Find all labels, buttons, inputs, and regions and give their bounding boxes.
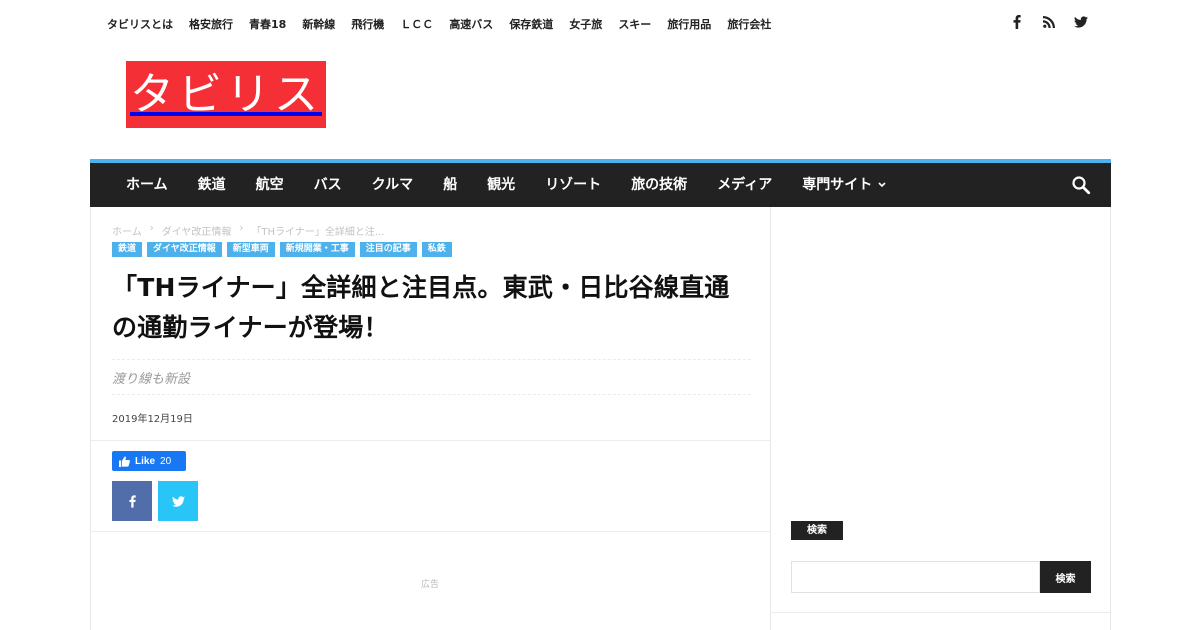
main-nav-items: ホーム 鉄道 航空 バス クルマ 船 観光 リゾート 旅の技術 メディア 専門サ… bbox=[111, 163, 901, 207]
category-tag-railway[interactable]: 鉄道 bbox=[112, 242, 143, 257]
top-menu-item-budget-travel[interactable]: 格安旅行 bbox=[189, 17, 233, 33]
top-menu-item-heritage-railway[interactable]: 保存鉄道 bbox=[509, 17, 553, 33]
nav-item-specialty-sites[interactable]: 専門サイト bbox=[787, 163, 901, 207]
search-icon[interactable] bbox=[1071, 175, 1091, 195]
top-menu-item-shinkansen[interactable]: 新幹線 bbox=[302, 17, 335, 33]
divider bbox=[771, 612, 1110, 613]
post-subtitle: 渡り線も新設 bbox=[112, 372, 191, 387]
category-tag-timetable-revision[interactable]: ダイヤ改正情報 bbox=[147, 242, 222, 257]
like-count: 20 bbox=[160, 455, 172, 467]
facebook-icon bbox=[128, 494, 136, 508]
article-content: ホーム › ダイヤ改正情報 › 「THライナー」全詳細と注... 鉄道 ダイヤ改… bbox=[90, 207, 771, 630]
post-date: 2019年12月19日 bbox=[112, 414, 193, 425]
top-menu-item-seishun18[interactable]: 青春18 bbox=[249, 17, 286, 33]
nav-item-resort[interactable]: リゾート bbox=[530, 163, 616, 207]
twitter-icon bbox=[171, 495, 185, 507]
category-tag-new-construction[interactable]: 新規開業・工事 bbox=[279, 242, 355, 257]
nav-item-railway[interactable]: 鉄道 bbox=[183, 163, 241, 207]
site-logo-text: タビリス bbox=[130, 68, 322, 120]
top-menu-item-highway-bus[interactable]: 高速バス bbox=[449, 17, 493, 33]
category-tag-featured[interactable]: 注目の記事 bbox=[359, 242, 417, 257]
sidebar-search-button[interactable]: 検索 bbox=[1040, 561, 1091, 593]
top-menu-item-lcc[interactable]: ＬＣＣ bbox=[400, 17, 433, 33]
chevron-right-icon: › bbox=[239, 223, 244, 234]
facebook-like-button[interactable]: Like 20 bbox=[112, 451, 186, 471]
site-logo[interactable]: タビリス bbox=[126, 61, 326, 128]
top-menu-item-girls-trip[interactable]: 女子旅 bbox=[569, 17, 602, 33]
rss-icon[interactable] bbox=[1042, 14, 1056, 30]
nav-item-ship[interactable]: 船 bbox=[428, 163, 472, 207]
main-nav: ホーム 鉄道 航空 バス クルマ 船 観光 リゾート 旅の技術 メディア 専門サ… bbox=[90, 159, 1111, 207]
divider bbox=[91, 531, 771, 532]
divider bbox=[91, 440, 771, 441]
share-facebook-button[interactable] bbox=[112, 481, 152, 521]
category-tags: 鉄道 ダイヤ改正情報 新型車両 新規開業・工事 注目の記事 私鉄 bbox=[112, 242, 452, 257]
nav-item-car[interactable]: クルマ bbox=[357, 163, 429, 207]
like-label: Like bbox=[135, 455, 156, 467]
chevron-down-icon bbox=[878, 182, 886, 188]
top-menu-item-travel-agency[interactable]: 旅行会社 bbox=[727, 17, 771, 33]
sidebar: 検索 検索 bbox=[771, 207, 1111, 630]
breadcrumb-current: 「THライナー」全詳細と注... bbox=[251, 227, 385, 238]
breadcrumb-timetable-revision[interactable]: ダイヤ改正情報 bbox=[162, 223, 232, 238]
chevron-right-icon: › bbox=[149, 223, 154, 234]
category-tag-new-vehicles[interactable]: 新型車両 bbox=[226, 242, 275, 257]
top-social-links bbox=[1010, 14, 1088, 30]
nav-item-travel-tips[interactable]: 旅の技術 bbox=[616, 163, 702, 207]
top-menu-item-ski[interactable]: スキー bbox=[618, 17, 651, 33]
nav-item-media[interactable]: メディア bbox=[702, 163, 787, 207]
nav-item-bus[interactable]: バス bbox=[299, 163, 357, 207]
post-title: 「THライナー」全詳細と注目点。東武・日比谷線直通の通勤ライナーが登場！ bbox=[112, 273, 730, 342]
share-twitter-button[interactable] bbox=[158, 481, 198, 521]
twitter-icon[interactable] bbox=[1074, 14, 1088, 30]
category-tag-private-railway[interactable]: 私鉄 bbox=[421, 242, 452, 257]
sidebar-search-input[interactable] bbox=[791, 561, 1040, 593]
nav-item-sightseeing[interactable]: 観光 bbox=[472, 163, 530, 207]
sidebar-search-heading: 検索 bbox=[791, 521, 843, 540]
post-subtitle-block: 渡り線も新設 bbox=[112, 359, 751, 395]
top-menu-item-travel-goods[interactable]: 旅行用品 bbox=[667, 17, 711, 33]
nav-item-aviation[interactable]: 航空 bbox=[241, 163, 299, 207]
ad-label: 広告 bbox=[421, 580, 440, 590]
facebook-icon[interactable] bbox=[1010, 14, 1024, 30]
top-menu-item-airplane[interactable]: 飛行機 bbox=[351, 17, 384, 33]
breadcrumb: ホーム › ダイヤ改正情報 › 「THライナー」全詳細と注... bbox=[112, 223, 384, 238]
top-menu: タビリスとは 格安旅行 青春18 新幹線 飛行機 ＬＣＣ 高速バス 保存鉄道 女… bbox=[107, 17, 771, 33]
breadcrumb-home[interactable]: ホーム bbox=[112, 223, 142, 238]
top-menu-item-about[interactable]: タビリスとは bbox=[107, 17, 173, 33]
thumbs-up-icon bbox=[119, 455, 130, 467]
nav-item-home[interactable]: ホーム bbox=[111, 163, 183, 207]
